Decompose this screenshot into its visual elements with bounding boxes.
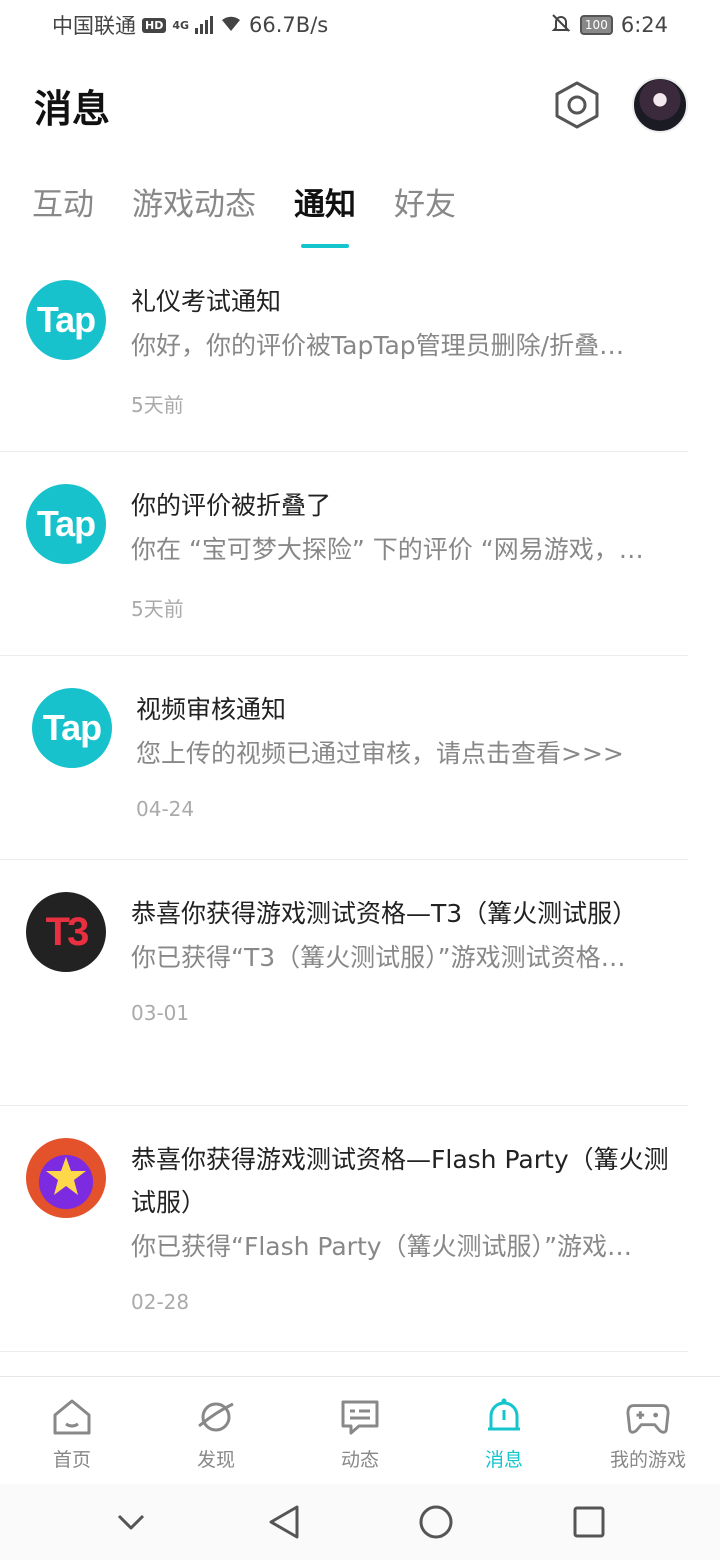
notification-item[interactable]: Tap 视频审核通知 您上传的视频已通过审核，请点击查看>>> 04-24 — [0, 656, 688, 860]
tab-friends[interactable]: 好友 — [394, 178, 456, 250]
recents-square-icon — [573, 1506, 605, 1538]
chevron-down-icon — [118, 1514, 145, 1530]
home-system-button[interactable] — [406, 1492, 466, 1552]
notification-time: 04-24 — [136, 797, 195, 821]
notification-time: 03-01 — [131, 1001, 190, 1025]
notification-item[interactable]: Tap 礼仪考试通知 你好，你的评价被TapTap管理员删除/折叠… 5天前 — [0, 250, 688, 452]
notification-body: 您上传的视频已通过审核，请点击查看>>> — [136, 739, 624, 768]
tab-notifications[interactable]: 通知 — [294, 178, 356, 250]
flash-party-logo-icon — [26, 1138, 106, 1218]
tap-logo-icon: Tap — [26, 484, 106, 564]
nav-label: 消息 — [484, 1449, 523, 1471]
back-button[interactable] — [254, 1492, 314, 1552]
notification-title: 视频审核通知 — [136, 695, 287, 724]
nav-home[interactable]: 首页 — [0, 1377, 144, 1484]
notification-item[interactable]: 恭喜你获得游戏测试资格—Flash Party（篝火测试服） 你已获得“Flas… — [0, 1106, 688, 1352]
wifi-icon — [219, 13, 243, 38]
notification-list: Tap 礼仪考试通知 你好，你的评价被TapTap管理员删除/折叠… 5天前 T… — [0, 250, 720, 1352]
planet-icon — [194, 1395, 238, 1439]
notification-time: 02-28 — [131, 1290, 190, 1314]
battery-icon: 100 — [579, 15, 613, 35]
hexagon-settings-icon — [555, 81, 599, 129]
chat-icon — [338, 1395, 382, 1439]
recents-button[interactable] — [559, 1492, 619, 1552]
network-speed: 66.7B/s — [249, 13, 329, 37]
collapse-button[interactable] — [101, 1492, 161, 1552]
notification-body: 你好，你的评价被TapTap管理员删除/折叠… — [131, 331, 625, 360]
tab-interaction[interactable]: 互动 — [32, 178, 94, 250]
notification-body: 你在 “宝可梦大探险” 下的评价 “网易游戏，… — [131, 535, 644, 564]
nav-label: 动态 — [340, 1449, 379, 1471]
status-left: 中国联通 HD 4G 66.7B/s — [52, 10, 328, 40]
back-triangle-icon — [269, 1505, 299, 1539]
gamepad-icon — [626, 1395, 670, 1439]
nav-my-games[interactable]: 我的游戏 — [576, 1377, 720, 1484]
bottom-nav: 首页 发现 动态 消息 我的游戏 — [0, 1376, 720, 1484]
notification-body: 你已获得“T3（篝火测试服）”游戏测试资格… — [131, 943, 626, 972]
page-title: 消息 — [34, 86, 111, 131]
tab-game-updates[interactable]: 游戏动态 — [132, 178, 256, 250]
signal-icon — [195, 16, 214, 34]
header: 消息 — [34, 70, 688, 140]
tap-logo-icon: Tap — [32, 688, 112, 768]
status-bar: 中国联通 HD 4G 66.7B/s 100 6:24 — [0, 0, 720, 50]
notification-item[interactable]: T3 恭喜你获得游戏测试资格—T3（篝火测试服） 你已获得“T3（篝火测试服）”… — [0, 860, 688, 1106]
tab-active-indicator — [301, 244, 349, 248]
nav-feed[interactable]: 动态 — [288, 1377, 432, 1484]
notification-title: 恭喜你获得游戏测试资格—T3（篝火测试服） — [131, 899, 638, 928]
network-label: 4G — [172, 18, 190, 32]
settings-button[interactable] — [552, 80, 602, 130]
status-right: 100 6:24 — [550, 12, 668, 39]
nav-label: 我的游戏 — [609, 1449, 686, 1471]
nav-label: 首页 — [52, 1449, 91, 1471]
notification-title: 你的评价被折叠了 — [131, 491, 332, 520]
nav-discover[interactable]: 发现 — [144, 1377, 288, 1484]
home-icon — [50, 1395, 94, 1439]
notification-title: 恭喜你获得游戏测试资格—Flash Party（篝火测试服） — [131, 1145, 669, 1217]
notification-title: 礼仪考试通知 — [131, 287, 282, 316]
tap-logo-icon: Tap — [26, 280, 106, 360]
mute-bell-icon — [550, 12, 572, 39]
system-nav-bar — [0, 1484, 720, 1560]
carrier-label: 中国联通 — [52, 14, 136, 38]
notification-item[interactable]: Tap 你的评价被折叠了 你在 “宝可梦大探险” 下的评价 “网易游戏，… 5天… — [0, 452, 688, 656]
user-avatar[interactable] — [632, 77, 688, 133]
notification-body: 你已获得“Flash Party（篝火测试服）”游戏… — [131, 1232, 633, 1261]
nav-label: 发现 — [196, 1449, 235, 1471]
notification-time: 5天前 — [131, 393, 184, 417]
notification-time: 5天前 — [131, 597, 184, 621]
bell-icon — [482, 1395, 526, 1439]
nav-messages[interactable]: 消息 — [432, 1377, 576, 1484]
home-circle-icon — [419, 1505, 453, 1539]
tab-bar: 互动 游戏动态 通知 好友 — [32, 178, 688, 250]
clock: 6:24 — [620, 13, 668, 37]
t3-logo-icon: T3 — [26, 892, 106, 972]
hd-badge: HD — [142, 17, 167, 33]
